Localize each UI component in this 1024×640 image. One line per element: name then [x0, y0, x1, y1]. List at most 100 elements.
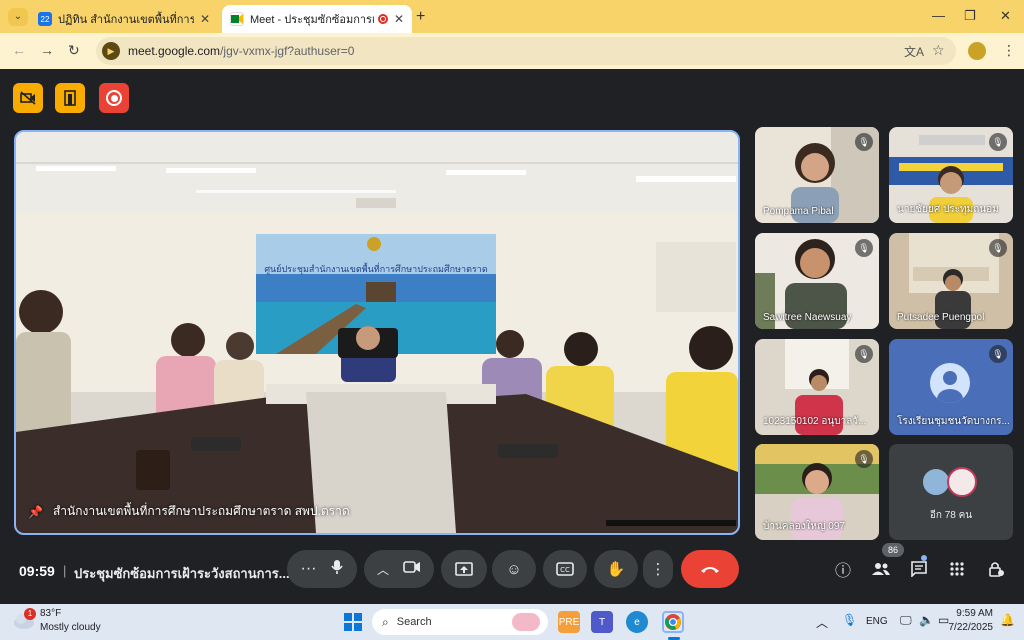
- meeting-clock: 09:59: [19, 563, 55, 579]
- close-tab-icon[interactable]: ✕: [200, 12, 210, 26]
- participant-tile[interactable]: 🎙 Pompama Pibal: [755, 127, 879, 223]
- taskbar-time[interactable]: 9:59 AM: [953, 608, 993, 619]
- close-window-icon[interactable]: ✕: [1000, 8, 1011, 24]
- copilot-app-icon[interactable]: PRE: [558, 611, 580, 633]
- back-icon[interactable]: ←: [12, 42, 26, 58]
- participant-tile[interactable]: 🎙 โรงเรียนชุมชนวัดบางกร...: [889, 339, 1013, 435]
- chat-icon[interactable]: [908, 558, 930, 580]
- recording-button[interactable]: [99, 83, 129, 113]
- taskbar-search[interactable]: ⌕ Search: [372, 609, 548, 635]
- restore-icon[interactable]: ❐: [964, 8, 976, 24]
- participant-name: บ้านคลองใหญ่ 097: [763, 521, 845, 532]
- more-audio-options-icon[interactable]: ···: [301, 560, 317, 578]
- profile-avatar[interactable]: [968, 42, 986, 60]
- present-icon: [455, 562, 473, 576]
- participant-name: โรงเรียนชุมชนวัดบางกร...: [897, 416, 1010, 427]
- edge-icon[interactable]: e: [626, 611, 648, 633]
- participant-name: Putsadee Puengpol: [897, 312, 985, 323]
- search-placeholder: Search: [396, 616, 432, 628]
- main-video-caption: 📌 สำนักงานเขตพื้นที่การศึกษาประถมศึกษาตร…: [28, 502, 350, 521]
- clock-separator: |: [63, 563, 67, 578]
- volume-icon[interactable]: 🔈: [919, 613, 934, 627]
- svg-text:CC: CC: [560, 566, 570, 574]
- url-text: meet.google.com/jgv-vxmx-jgf?authuser=0: [128, 44, 354, 58]
- bookmark-star-icon[interactable]: ☆: [932, 42, 945, 59]
- reactions-button[interactable]: ☺: [492, 550, 536, 588]
- weather-widget[interactable]: 1: [12, 608, 36, 630]
- forward-icon[interactable]: →: [40, 42, 54, 58]
- mic-off-icon: 🎙: [855, 345, 873, 363]
- mic-off-icon: 🎙: [989, 133, 1007, 151]
- tab-calendar[interactable]: 22 ปฏิทิน สำนักงานเขตพื้นที่การศึกษาป ✕: [30, 5, 218, 33]
- participant-name: Pompama Pibal: [763, 206, 834, 217]
- show-hidden-icons-icon[interactable]: ︿: [816, 614, 828, 631]
- minimize-icon[interactable]: —: [932, 8, 945, 23]
- leave-call-button[interactable]: [681, 550, 739, 588]
- close-tab-icon[interactable]: ✕: [394, 12, 404, 26]
- participant-name: นายชัยยศ ประทุมถนอม: [897, 204, 999, 215]
- notifications-icon[interactable]: 🔔: [1000, 613, 1015, 627]
- chrome-taskbar-icon[interactable]: [662, 611, 684, 633]
- captions-button[interactable]: CC: [543, 550, 587, 588]
- conference-room-image: ศูนย์ประชุมสำนักงานเขตพื้นที่การศึกษาประ…: [16, 132, 738, 533]
- main-video[interactable]: ศูนย์ประชุมสำนักงานเขตพื้นที่การศึกษาประ…: [14, 130, 740, 535]
- url-host: meet.google.com: [128, 44, 221, 58]
- recording-indicator-icon: [377, 14, 388, 24]
- record-icon: [106, 90, 122, 106]
- tab-meet[interactable]: Meet - ประชุมซักซ้อมการเฝ้าระ ✕: [222, 5, 412, 33]
- mic-off-icon: 🎙: [855, 239, 873, 257]
- language-indicator[interactable]: ENG: [866, 616, 888, 627]
- windows-start-icon[interactable]: [342, 611, 364, 633]
- speaker-name: สำนักงานเขตพื้นที่การศึกษาประถมศึกษาตราด…: [52, 504, 350, 518]
- search-highlight-icon: [512, 613, 540, 631]
- address-bar[interactable]: ▶ meet.google.com/jgv-vxmx-jgf?authuser=…: [96, 37, 956, 65]
- calendar-icon: 22: [38, 12, 52, 26]
- chrome-menu-icon[interactable]: ⋮: [1002, 42, 1016, 59]
- chevron-up-icon[interactable]: ︿: [377, 561, 389, 578]
- network-icon[interactable]: 🖵: [900, 613, 912, 628]
- raise-hand-button[interactable]: ✋: [594, 550, 638, 588]
- participant-tile[interactable]: 🎙 Putsadee Puengpol: [889, 233, 1013, 329]
- new-tab-icon[interactable]: +: [416, 8, 425, 26]
- participant-name: Sawitree Naewsuay: [763, 312, 852, 323]
- site-info-icon[interactable]: ▶: [102, 42, 120, 60]
- activities-icon[interactable]: [946, 558, 968, 580]
- more-options-button[interactable]: ⋮: [643, 550, 673, 588]
- camera-off-icon[interactable]: [13, 83, 43, 113]
- browser-tab-strip: ⌄ 22 ปฏิทิน สำนักงานเขตพื้นที่การศึกษาป …: [0, 0, 1024, 33]
- more-vert-icon: ⋮: [650, 561, 666, 578]
- emoji-icon: ☺: [506, 560, 522, 578]
- browser-toolbar: ← → ↻ ▶ meet.google.com/jgv-vxmx-jgf?aut…: [0, 33, 1024, 69]
- participant-tile[interactable]: 🎙 1023150102 อนุบาลวั...: [755, 339, 879, 435]
- calendar-icon-date: 22: [40, 14, 50, 24]
- participant-name: 1023150102 อนุบาลวั...: [763, 416, 867, 427]
- mic-off-icon: 🎙: [855, 450, 873, 468]
- reload-icon[interactable]: ↻: [68, 42, 80, 59]
- others-tile[interactable]: อีก 78 คน: [889, 444, 1013, 540]
- meet-stage: ศูนย์ประชุมสำนักงานเขตพื้นที่การศึกษาประ…: [0, 69, 1024, 604]
- camera-icon[interactable]: [403, 560, 421, 578]
- participant-tile[interactable]: 🎙 Sawitree Naewsuay: [755, 233, 879, 329]
- tab-search-dropdown-icon[interactable]: ⌄: [8, 8, 28, 26]
- captions-icon: CC: [556, 562, 574, 576]
- meeting-info-icon[interactable]: ⓘ: [832, 558, 854, 580]
- meeting-title: ประชุมซักซ้อมการเฝ้าระวังสถานการ...: [74, 566, 290, 581]
- windows-taskbar: 1 83°F Mostly cloudy ⌕ Search PRE T e ︿ …: [0, 604, 1024, 640]
- host-controls-icon[interactable]: [985, 558, 1007, 580]
- participant-count-badge: 86: [882, 543, 904, 557]
- participant-tile[interactable]: 🎙 บ้านคลองใหญ่ 097: [755, 444, 879, 540]
- leave-room-icon[interactable]: [55, 83, 85, 113]
- participant-tile[interactable]: 🎙 นายชัยยศ ประทุมถนอม: [889, 127, 1013, 223]
- microphone-tray-icon[interactable]: 🎙: [842, 613, 857, 627]
- present-screen-button[interactable]: [441, 550, 487, 588]
- pin-icon[interactable]: 📌: [28, 505, 43, 519]
- mic-control-group: ···: [287, 550, 357, 588]
- people-icon[interactable]: [870, 558, 892, 580]
- microphone-icon[interactable]: [331, 559, 344, 580]
- taskbar-date[interactable]: 7/22/2025: [943, 622, 994, 633]
- teams-icon[interactable]: T: [591, 611, 613, 633]
- avatar: [930, 363, 970, 403]
- camera-control-group: ︿: [364, 550, 434, 588]
- chat-unread-dot: [921, 555, 927, 561]
- translate-icon[interactable]: 文A: [904, 43, 924, 60]
